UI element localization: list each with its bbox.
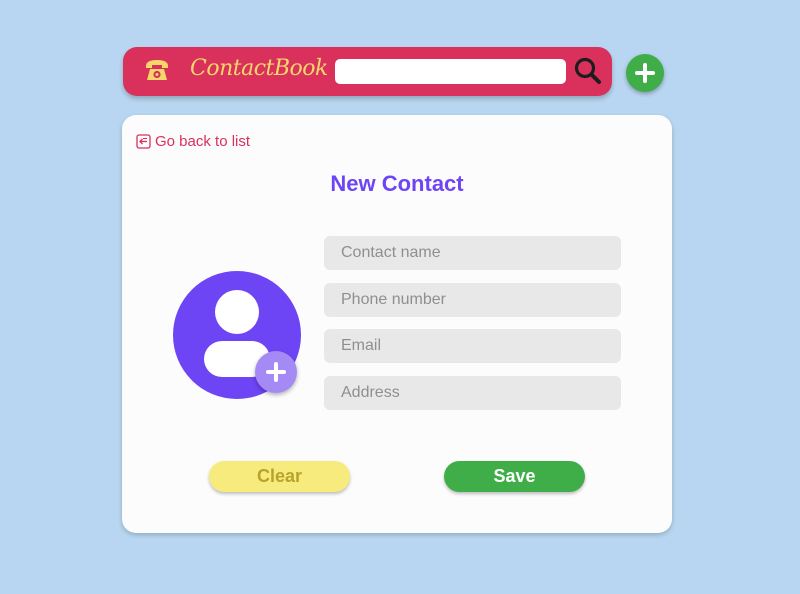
contact-name-field[interactable] bbox=[324, 236, 621, 270]
telephone-icon bbox=[143, 56, 171, 84]
new-contact-card: Go back to list New Contact Clear Save bbox=[122, 115, 672, 533]
email-field[interactable] bbox=[324, 329, 621, 363]
clear-button[interactable]: Clear bbox=[209, 461, 350, 492]
top-bar: ContactBook bbox=[123, 47, 612, 96]
search-input[interactable] bbox=[335, 59, 566, 84]
back-link-label: Go back to list bbox=[155, 132, 251, 150]
page-title: New Contact bbox=[330, 171, 464, 196]
back-to-list-link[interactable]: Go back to list bbox=[136, 131, 250, 151]
add-photo-button[interactable] bbox=[255, 351, 297, 393]
magnifier-icon[interactable] bbox=[573, 56, 603, 86]
phone-number-field[interactable] bbox=[324, 283, 621, 317]
plus-icon bbox=[266, 362, 286, 382]
save-button[interactable]: Save bbox=[444, 461, 585, 492]
address-field[interactable] bbox=[324, 376, 621, 410]
brand-logo: ContactBook bbox=[190, 56, 328, 81]
plus-icon bbox=[635, 63, 655, 83]
app-window: ContactBook Go back to list New Contact bbox=[0, 0, 800, 594]
back-arrow-icon bbox=[136, 133, 151, 149]
add-contact-button[interactable] bbox=[626, 54, 664, 92]
